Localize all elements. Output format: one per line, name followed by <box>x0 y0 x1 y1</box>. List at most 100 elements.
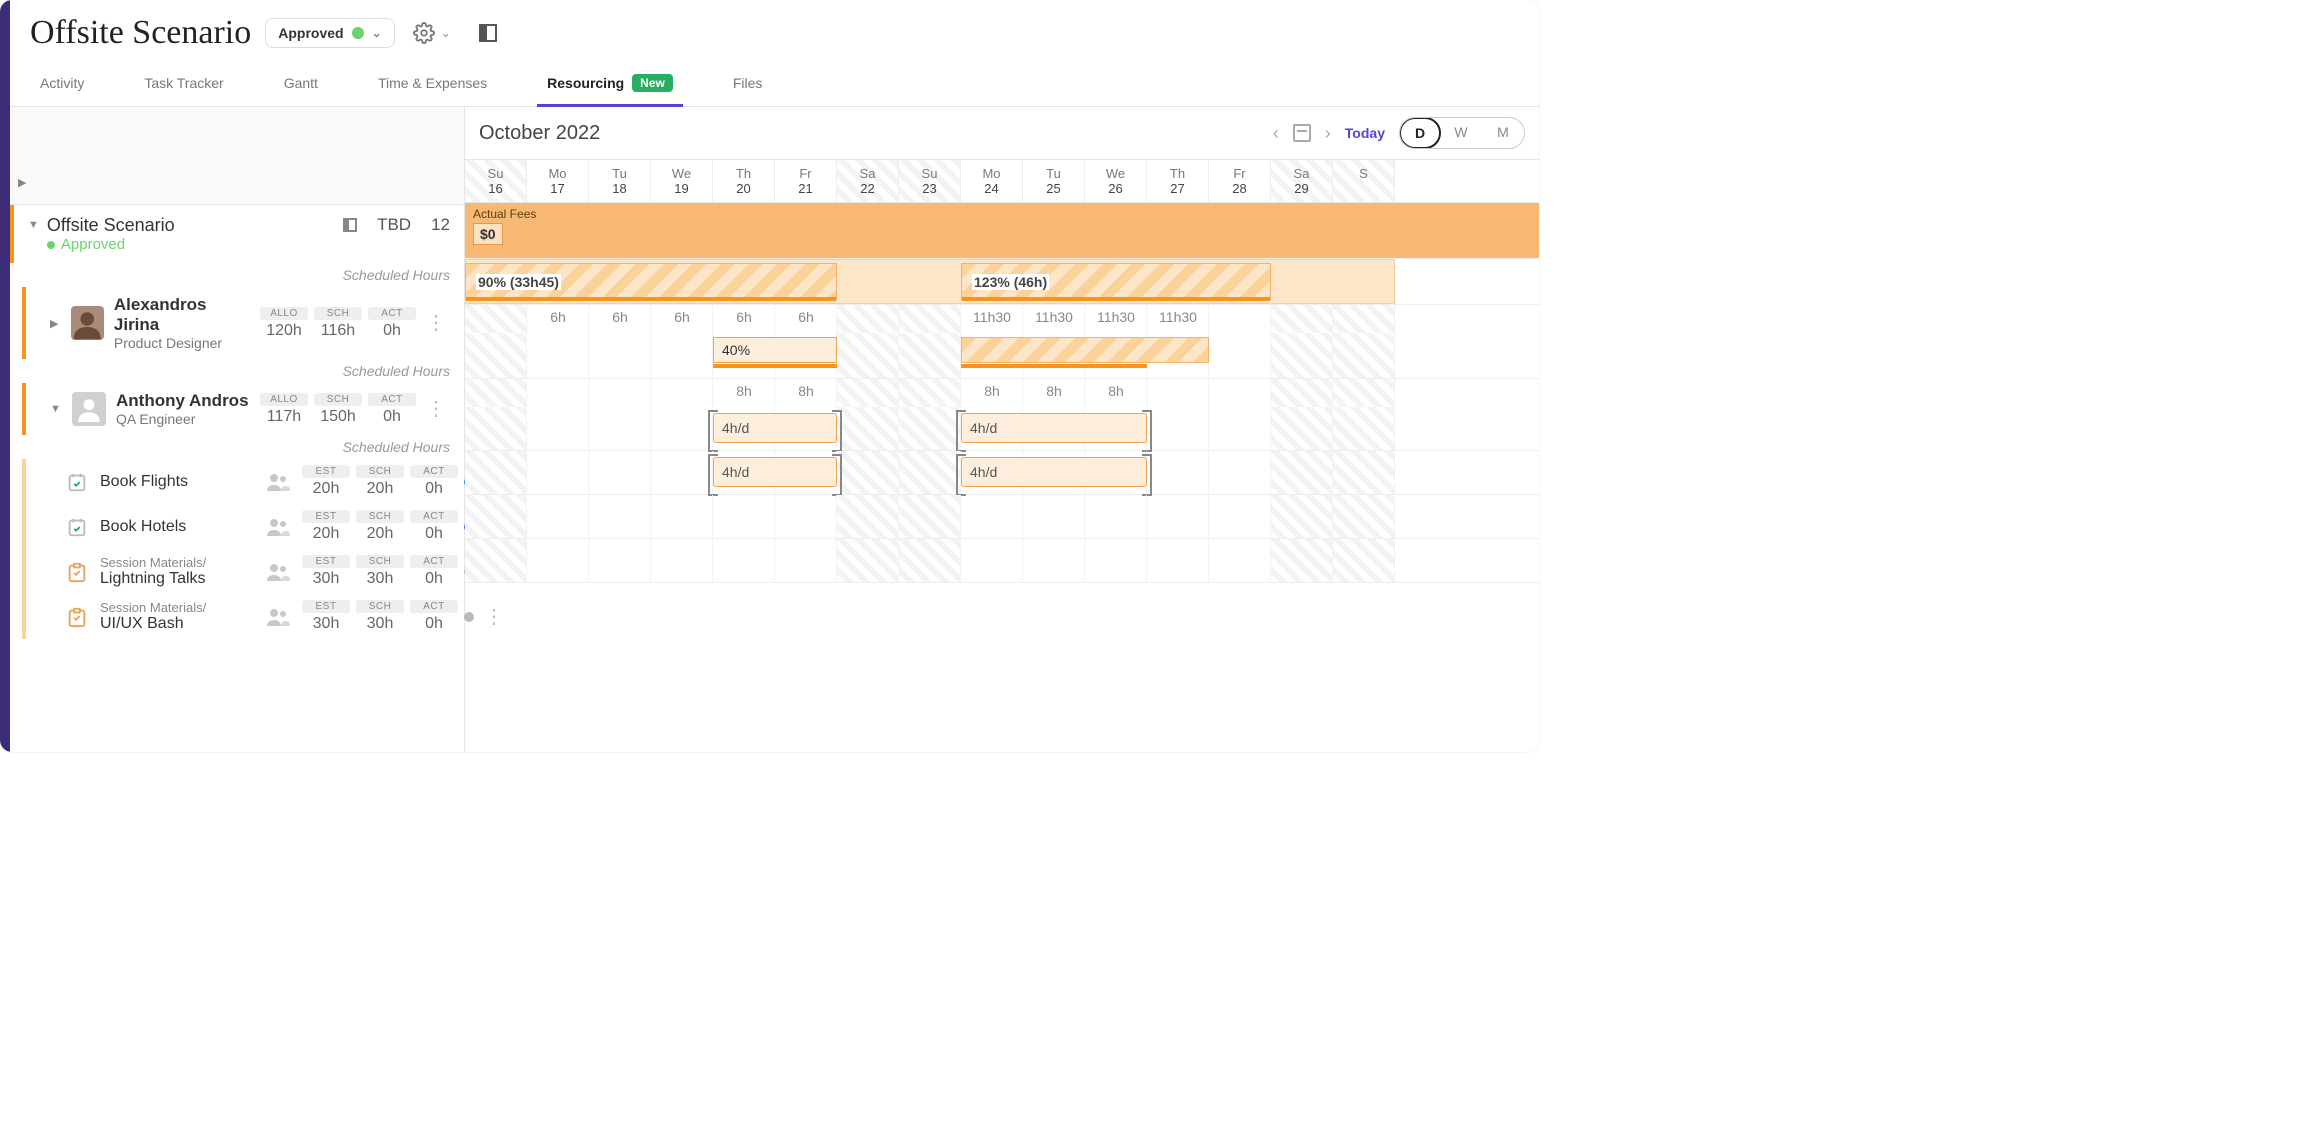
view-day[interactable]: D <box>1399 117 1441 149</box>
stat-label: SCH <box>314 307 362 320</box>
tab-task-tracker[interactable]: Task Tracker <box>144 60 223 106</box>
expand-all-icon[interactable]: ▶ <box>18 176 26 189</box>
project-tbd: TBD <box>377 215 411 235</box>
scheduled-hours-label: Scheduled Hours <box>10 263 464 287</box>
utilization-bar[interactable]: 40% <box>713 337 837 363</box>
view-segmented: D W M <box>1399 117 1525 149</box>
stat-label: EST <box>302 465 350 478</box>
people-icon[interactable] <box>266 608 290 626</box>
expand-icon[interactable]: ▶ <box>50 317 61 330</box>
day-column[interactable]: Mo17 <box>527 160 589 202</box>
resource-name: Alexandros Jirina <box>114 295 250 335</box>
collapse-icon[interactable]: ▼ <box>28 219 39 231</box>
chevron-down-icon: ⌄ <box>372 26 382 40</box>
stat-value: 30h <box>302 615 350 633</box>
stat-value: 150h <box>314 408 362 426</box>
kebab-icon[interactable]: ⋮ <box>422 317 450 329</box>
task-type-icon <box>66 606 88 628</box>
resource-row[interactable]: ▼ Anthony Andros QA Engineer ALLO117h SC… <box>22 383 464 435</box>
stat-value: 117h <box>260 408 308 426</box>
stat-value: 116h <box>314 322 362 340</box>
view-week[interactable]: W <box>1440 118 1482 148</box>
collapse-icon[interactable]: ▼ <box>50 403 62 415</box>
tab-activity[interactable]: Activity <box>40 60 84 106</box>
day-column[interactable]: Fr28 <box>1209 160 1271 202</box>
utilization-bar[interactable]: 123% (46h) <box>961 263 1271 300</box>
people-icon[interactable] <box>266 473 290 491</box>
prev-icon[interactable]: ‹ <box>1273 123 1279 144</box>
hour-cell: 8h <box>1085 383 1147 399</box>
stat-label: ACT <box>410 465 458 478</box>
hour-cell: 6h <box>651 309 713 325</box>
resource-row[interactable]: ▶ Alexandros Jirina Product Designer ALL… <box>22 287 464 359</box>
kebab-icon[interactable]: ⋮ <box>422 403 450 415</box>
task-row[interactable]: Session Materials/UI/UX BashEST30hSCH30h… <box>22 594 464 639</box>
hour-cell: 8h <box>1023 383 1085 399</box>
task-bar[interactable]: 4h/d <box>713 413 837 443</box>
day-column[interactable]: Th20 <box>713 160 775 202</box>
task-row[interactable]: Session Materials/Lightning TalksEST30hS… <box>22 549 464 594</box>
settings-dropdown[interactable]: ⌄ <box>409 16 455 50</box>
project-name: Offsite Scenario <box>47 215 175 236</box>
people-icon[interactable] <box>266 518 290 536</box>
actual-fees-bar[interactable]: Actual Fees $0 <box>465 203 1539 258</box>
day-column[interactable]: We19 <box>651 160 713 202</box>
today-button[interactable]: Today <box>1345 125 1385 141</box>
hour-cell: 11h30 <box>961 309 1023 325</box>
people-icon[interactable] <box>266 563 290 581</box>
day-column[interactable]: Sa22 <box>837 160 899 202</box>
fees-label: Actual Fees <box>473 207 1531 221</box>
utilization-bar[interactable] <box>961 337 1209 363</box>
resource-name: Anthony Andros <box>116 391 249 411</box>
day-column[interactable]: Mo24 <box>961 160 1023 202</box>
task-name: Book Flights <box>100 473 250 491</box>
day-column[interactable]: Su23 <box>899 160 961 202</box>
avatar <box>71 306 103 340</box>
tab-resourcing[interactable]: Resourcing New <box>547 60 673 106</box>
stat-label: ACT <box>410 510 458 523</box>
day-column[interactable]: Sa29 <box>1271 160 1333 202</box>
stat-label: ACT <box>410 600 458 613</box>
task-breadcrumb: Session Materials/ <box>100 600 250 615</box>
stat-label: SCH <box>314 393 362 406</box>
day-column[interactable]: S <box>1333 160 1395 202</box>
task-bar[interactable]: 4h/d <box>713 457 837 487</box>
tab-gantt[interactable]: Gantt <box>284 60 318 106</box>
panel-icon[interactable] <box>343 218 357 232</box>
utilization-bar[interactable]: 90% (33h45) <box>465 263 837 300</box>
stat-value: 0h <box>368 322 416 340</box>
next-icon[interactable]: › <box>1325 123 1331 144</box>
task-bar[interactable]: 4h/d <box>961 457 1147 487</box>
task-name: UI/UX Bash <box>100 615 250 633</box>
stat-label: ACT <box>410 555 458 568</box>
project-row[interactable]: ▼ Offsite Scenario Approved TBD 12 <box>10 205 464 263</box>
panel-toggle-icon[interactable] <box>479 24 497 42</box>
status-label: Approved <box>278 25 343 41</box>
status-dropdown[interactable]: Approved ⌄ <box>265 18 394 48</box>
month-label: October 2022 <box>479 122 600 145</box>
task-row[interactable]: Book HotelsEST20hSCH20hACT0h⋮ <box>22 504 464 549</box>
left-edge <box>0 0 10 752</box>
day-column[interactable]: Tu25 <box>1023 160 1085 202</box>
stat-label: EST <box>302 510 350 523</box>
view-month[interactable]: M <box>1482 118 1524 148</box>
stat-value: 30h <box>356 570 404 588</box>
day-column[interactable]: We26 <box>1085 160 1147 202</box>
calendar-icon[interactable] <box>1293 124 1311 142</box>
hours-row: 8h8h8h8h8h <box>465 379 1539 407</box>
hour-cell: 6h <box>527 309 589 325</box>
task-row[interactable]: Book FlightsEST20hSCH20hACT0h⋮ <box>22 459 464 504</box>
day-column[interactable]: Fr21 <box>775 160 837 202</box>
hours-row: 6h6h6h6h6h11h3011h3011h3011h30 <box>465 305 1539 333</box>
utilization-text: 123% (46h) <box>972 274 1049 290</box>
day-column[interactable]: Su16 <box>465 160 527 202</box>
stat-label: ACT <box>368 307 416 320</box>
tab-time-expenses[interactable]: Time & Expenses <box>378 60 487 106</box>
task-type-icon <box>66 471 88 493</box>
task-bar[interactable]: 4h/d <box>961 413 1147 443</box>
day-column[interactable]: Th27 <box>1147 160 1209 202</box>
day-column[interactable]: Tu18 <box>589 160 651 202</box>
tab-resourcing-label: Resourcing <box>547 75 624 91</box>
tab-files[interactable]: Files <box>733 60 763 106</box>
stat-value: 20h <box>302 480 350 498</box>
